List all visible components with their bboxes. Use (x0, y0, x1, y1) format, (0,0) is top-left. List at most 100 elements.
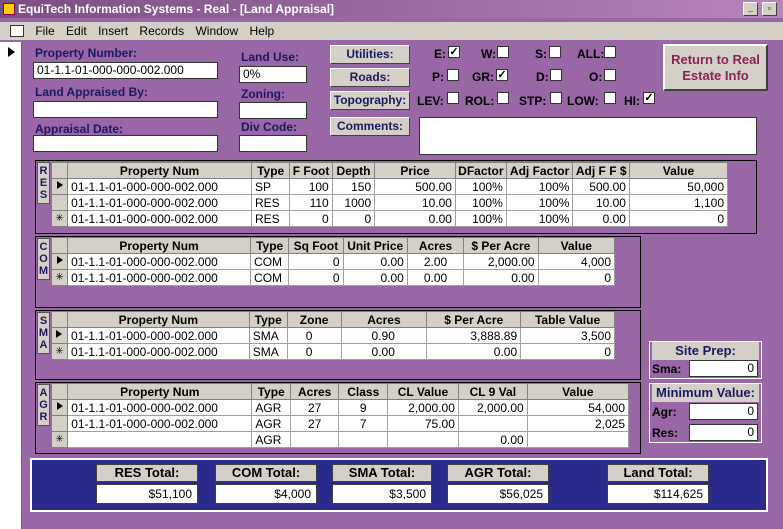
div-code-field[interactable] (239, 135, 307, 152)
agr-col-value[interactable]: Value (526, 383, 630, 400)
cell[interactable]: 100% (505, 194, 574, 211)
land-use-field[interactable]: 0% (239, 66, 307, 83)
new-row-selector[interactable]: ✳ (50, 210, 69, 227)
cell[interactable]: 10.00 (374, 194, 456, 211)
utility-s-checkbox[interactable] (549, 46, 561, 58)
cell[interactable]: 0 (288, 269, 344, 286)
cell[interactable]: AGR (251, 431, 291, 448)
com-col-type[interactable]: Type (250, 237, 290, 254)
cell[interactable]: 0 (628, 210, 729, 227)
min-agr-field[interactable]: 0 (689, 403, 758, 420)
cell[interactable]: 75.00 (387, 415, 459, 432)
road-p-checkbox[interactable] (447, 69, 459, 81)
cell[interactable]: 7 (338, 415, 389, 432)
cell[interactable]: 27 (289, 399, 340, 416)
cell[interactable]: 100% (454, 178, 507, 195)
res-col-adjfactor[interactable]: Adj Factor (505, 162, 574, 179)
table-row[interactable]: ✳ 01-1.1-01-000-000-002.000 SMA 0 0.00 0.0… (51, 343, 615, 360)
agr-col-property-num[interactable]: Property Num (67, 383, 253, 400)
agr-col-acres[interactable]: Acres (289, 383, 340, 400)
agr-col-type[interactable]: Type (251, 383, 291, 400)
cell[interactable]: 0.00 (342, 253, 408, 270)
cell[interactable]: 2,025 (526, 415, 630, 432)
cell[interactable]: 0.00 (340, 343, 428, 360)
cell[interactable] (387, 431, 459, 448)
cell[interactable]: 9 (338, 399, 389, 416)
row-selector[interactable] (50, 194, 69, 211)
cell[interactable]: 0 (331, 210, 376, 227)
cell[interactable]: 0.00 (342, 269, 408, 286)
cell[interactable]: 01-1.1-01-000-000-002.000 (67, 399, 253, 416)
cell[interactable]: 110 (289, 194, 333, 211)
utility-w-checkbox[interactable] (497, 46, 509, 58)
cell[interactable]: 0.90 (340, 327, 428, 344)
cell[interactable]: 01-1.1-01-000-000-002.000 (67, 210, 252, 227)
row-selector[interactable] (50, 399, 69, 416)
sma-col-zone[interactable]: Zone (286, 311, 342, 328)
comments-field[interactable] (419, 117, 757, 155)
cell[interactable]: 100% (505, 210, 574, 227)
row-selector[interactable] (51, 327, 68, 344)
menu-records[interactable]: Records (135, 22, 188, 40)
cell[interactable]: 0 (286, 343, 342, 360)
com-col-peracre[interactable]: $ Per Acre (463, 237, 539, 254)
cell[interactable]: 3,500 (520, 327, 615, 344)
appraisal-date-field[interactable] (33, 135, 218, 152)
minimize-button[interactable]: _ (743, 2, 758, 16)
new-row-selector[interactable]: ✳ (50, 431, 69, 448)
row-selector[interactable] (50, 253, 69, 270)
table-row[interactable]: 01-1.1-01-000-000-002.000 AGR 27 9 2,000.0… (50, 399, 630, 416)
com-col-unitprice[interactable]: Unit Price (342, 237, 408, 254)
cell[interactable]: 01-1.1-01-000-000-002.000 (66, 327, 250, 344)
cell[interactable]: 100% (505, 178, 574, 195)
agr-col-cl9val[interactable]: CL 9 Val (457, 383, 528, 400)
res-col-property-num[interactable]: Property Num (67, 162, 252, 179)
cell[interactable] (457, 415, 528, 432)
res-col-price[interactable]: Price (374, 162, 456, 179)
cell[interactable]: 0.00 (457, 431, 528, 448)
topo-low-checkbox[interactable] (604, 92, 616, 104)
cell[interactable]: 54,000 (526, 399, 630, 416)
cell[interactable]: 1,100 (628, 194, 729, 211)
cell[interactable]: 01-1.1-01-000-000-002.000 (67, 253, 252, 270)
cell[interactable]: 01-1.1-01-000-000-002.000 (67, 194, 252, 211)
road-gr-checkbox[interactable]: ✓ (496, 69, 508, 81)
agr-col-class[interactable]: Class (338, 383, 389, 400)
min-res-field[interactable]: 0 (689, 424, 758, 441)
cell[interactable]: 0 (289, 210, 333, 227)
topo-stp-checkbox[interactable] (550, 92, 562, 104)
cell[interactable]: 0 (286, 327, 342, 344)
new-row-selector[interactable]: ✳ (51, 343, 68, 360)
cell[interactable]: AGR (251, 399, 291, 416)
sma-col-acres[interactable]: Acres (340, 311, 428, 328)
topo-hi-checkbox[interactable]: ✓ (643, 92, 655, 104)
cell[interactable] (289, 431, 340, 448)
sma-col-type[interactable]: Type (248, 311, 288, 328)
cell[interactable]: 100 (289, 178, 333, 195)
cell[interactable]: 3,888.89 (426, 327, 522, 344)
new-row-selector[interactable]: ✳ (50, 269, 69, 286)
cell[interactable]: 2.00 (406, 253, 465, 270)
cell[interactable]: 27 (289, 415, 340, 432)
cell[interactable]: COM (250, 269, 290, 286)
cell[interactable]: 100% (454, 194, 507, 211)
cell[interactable]: 01-1.1-01-000-000-002.000 (67, 178, 252, 195)
menu-edit[interactable]: Edit (62, 22, 91, 40)
cell[interactable]: RES (250, 194, 291, 211)
menu-file[interactable]: File (31, 22, 58, 40)
cell[interactable]: 0.00 (426, 343, 522, 360)
cell[interactable]: 0.00 (463, 269, 539, 286)
table-row[interactable]: ✳ 01-1.1-01-000-000-002.000 COM 0 0.00 0.0… (50, 269, 616, 286)
cell[interactable]: 01-1.1-01-000-000-002.000 (67, 269, 252, 286)
site-prep-sma-field[interactable]: 0 (689, 360, 758, 377)
restore-button[interactable]: ▫ (762, 2, 777, 16)
road-d-checkbox[interactable] (550, 69, 562, 81)
sma-col-tablevalue[interactable]: Table Value (520, 311, 615, 328)
topo-rol-checkbox[interactable] (497, 92, 509, 104)
property-number-field[interactable]: 01-1.1-01-000-000-002.000 (33, 62, 218, 79)
com-col-value[interactable]: Value (537, 237, 616, 254)
cell[interactable]: COM (250, 253, 290, 270)
utility-e-checkbox[interactable]: ✓ (448, 46, 460, 58)
cell[interactable]: 01-1.1-01-000-000-002.000 (66, 343, 250, 360)
road-o-checkbox[interactable] (604, 69, 616, 81)
